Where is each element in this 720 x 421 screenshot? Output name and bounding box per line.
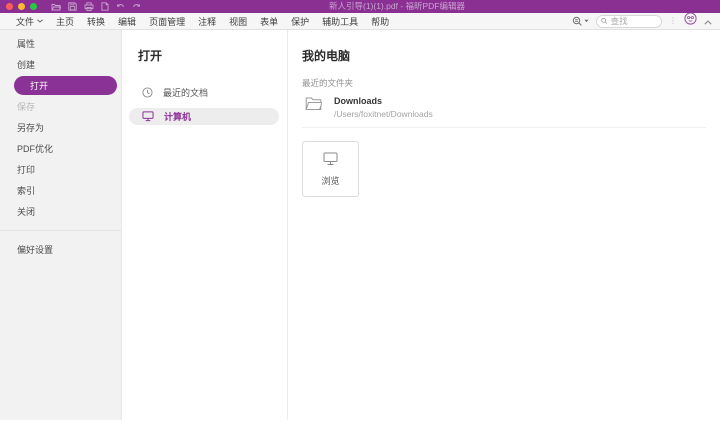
menu-file[interactable]: 文件 xyxy=(16,15,43,28)
menu-form[interactable]: 表单 xyxy=(260,15,278,28)
computer-panel-title: 我的电脑 xyxy=(302,47,706,64)
account-icon[interactable] xyxy=(684,12,697,30)
computer-panel: 我的电脑 最近的文件夹 Downloads /Users/foxitnet/Do… xyxy=(288,30,720,420)
chevron-down-icon xyxy=(37,19,43,23)
folder-path: /Users/foxitnet/Downloads xyxy=(334,109,433,119)
menu-protect[interactable]: 保护 xyxy=(291,15,309,28)
sidebar-item-index[interactable]: 索引 xyxy=(0,180,121,201)
collapse-chevron-icon[interactable] xyxy=(704,12,712,30)
divider xyxy=(302,127,706,128)
open-panel-title: 打开 xyxy=(122,47,287,64)
sidebar-item-open[interactable]: 打开 xyxy=(14,76,117,95)
traffic-lights xyxy=(6,3,37,10)
open-panel: 打开 最近的文档 计算机 xyxy=(122,30,288,420)
browse-button-label: 浏览 xyxy=(321,174,339,187)
backstage-sidebar: 属性 创建 打开 保存 另存为 PDF优化 打印 索引 关闭 偏好设置 xyxy=(0,30,122,420)
menu-accessibility[interactable]: 辅助工具 xyxy=(322,15,358,28)
folder-icon xyxy=(305,96,322,111)
menu-view[interactable]: 视图 xyxy=(229,15,247,28)
search-input[interactable] xyxy=(611,16,657,26)
minimize-window-button[interactable] xyxy=(18,3,25,10)
window-title: 新人引导(1)(1).pdf - 福昕PDF编辑器 xyxy=(74,0,720,13)
recent-folder-row[interactable]: Downloads /Users/foxitnet/Downloads xyxy=(302,96,706,119)
recent-folders-label: 最近的文件夹 xyxy=(302,77,706,89)
app-window: 新人引导(1)(1).pdf - 福昕PDF编辑器 文件 主页 转换 编辑 页面… xyxy=(0,0,720,421)
menu-home[interactable]: 主页 xyxy=(56,15,74,28)
menu-comment[interactable]: 注释 xyxy=(198,15,216,28)
titlebar: 新人引导(1)(1).pdf - 福昕PDF编辑器 xyxy=(0,0,720,13)
monitor-icon xyxy=(323,152,338,166)
sidebar-item-preferences[interactable]: 偏好设置 xyxy=(0,239,121,260)
menu-convert[interactable]: 转换 xyxy=(87,15,105,28)
sidebar-item-save-as[interactable]: 另存为 xyxy=(0,117,121,138)
sidebar-item-create[interactable]: 创建 xyxy=(0,54,121,75)
sidebar-item-close[interactable]: 关闭 xyxy=(0,201,121,222)
sidebar-item-properties[interactable]: 属性 xyxy=(0,33,121,54)
search-field[interactable] xyxy=(596,15,662,28)
zoom-window-button[interactable] xyxy=(30,3,37,10)
sidebar-item-print[interactable]: 打印 xyxy=(0,159,121,180)
clock-icon xyxy=(142,87,153,98)
sidebar-item-pdf-optimize[interactable]: PDF优化 xyxy=(0,138,121,159)
menu-edit[interactable]: 编辑 xyxy=(118,15,136,28)
search-icon xyxy=(601,17,608,25)
open-item-recent-documents[interactable]: 最近的文档 xyxy=(122,80,287,104)
more-options-dots[interactable]: ⋮ xyxy=(669,17,677,25)
sidebar-divider xyxy=(0,230,121,231)
folder-name: Downloads xyxy=(334,96,433,106)
computer-icon xyxy=(142,111,154,122)
menubar: 文件 主页 转换 编辑 页面管理 注释 视图 表单 保护 辅助工具 帮助 ⋮ xyxy=(0,13,720,30)
open-item-computer[interactable]: 计算机 xyxy=(129,108,279,125)
find-dropdown-icon[interactable] xyxy=(572,16,589,27)
open-folder-icon[interactable] xyxy=(51,3,61,11)
menu-help[interactable]: 帮助 xyxy=(371,15,389,28)
menu-page-management[interactable]: 页面管理 xyxy=(149,15,185,28)
close-window-button[interactable] xyxy=(6,3,13,10)
sidebar-item-save: 保存 xyxy=(0,96,121,117)
browse-button[interactable]: 浏览 xyxy=(302,141,359,197)
